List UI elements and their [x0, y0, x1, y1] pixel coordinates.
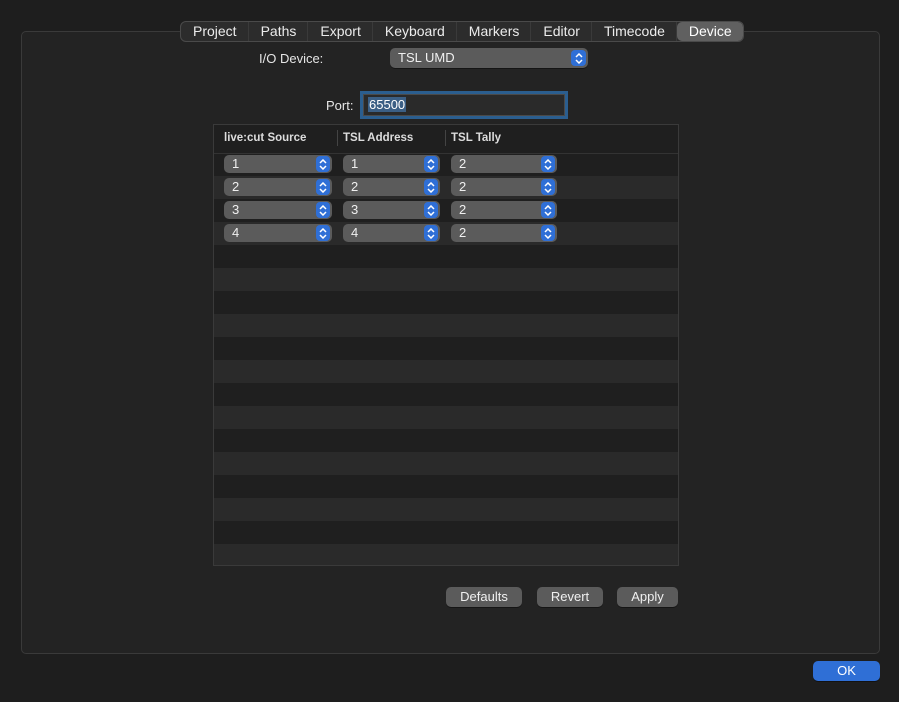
address-select[interactable]: 4 — [343, 224, 440, 242]
tab-project[interactable]: Project — [181, 22, 249, 41]
select-value: 1 — [351, 156, 359, 171]
source-select[interactable]: 1 — [224, 155, 332, 173]
up-down-chevron-icon — [424, 202, 438, 218]
defaults-button[interactable]: Defaults — [446, 587, 522, 607]
source-select[interactable]: 4 — [224, 224, 332, 242]
up-down-chevron-icon — [316, 179, 330, 195]
table-row — [214, 521, 678, 544]
tally-select[interactable]: 2 — [451, 155, 557, 173]
io-device-label: I/O Device: — [259, 51, 324, 66]
tab-export[interactable]: Export — [308, 22, 373, 41]
tab-bar: Project Paths Export Keyboard Markers Ed… — [180, 21, 744, 42]
apply-button[interactable]: Apply — [617, 587, 678, 607]
column-header-address[interactable]: TSL Address — [343, 132, 413, 144]
select-value: 1 — [232, 156, 240, 171]
column-header-tally[interactable]: TSL Tally — [451, 132, 501, 144]
port-value: 65500 — [368, 97, 407, 112]
table-row: 2 2 2 — [214, 176, 678, 199]
source-select[interactable]: 3 — [224, 201, 332, 219]
table-row — [214, 337, 678, 360]
table-row: 1 1 2 — [214, 153, 678, 176]
table-row — [214, 245, 678, 268]
column-header-source[interactable]: live:cut Source — [224, 132, 306, 144]
up-down-chevron-icon — [424, 225, 438, 241]
tab-keyboard[interactable]: Keyboard — [373, 22, 457, 41]
port-input[interactable]: 65500 — [360, 91, 568, 119]
select-value: 2 — [459, 202, 467, 217]
up-down-chevron-icon — [541, 156, 555, 172]
table-row — [214, 475, 678, 498]
up-down-chevron-icon — [316, 225, 330, 241]
source-select[interactable]: 2 — [224, 178, 332, 196]
table-row: 3 3 2 — [214, 199, 678, 222]
io-device-value: TSL UMD — [398, 50, 455, 65]
table-row — [214, 360, 678, 383]
column-divider — [445, 130, 446, 146]
io-device-select[interactable]: TSL UMD — [390, 48, 588, 68]
up-down-chevron-icon — [571, 50, 586, 66]
select-value: 2 — [459, 179, 467, 194]
select-value: 3 — [351, 202, 359, 217]
table-row — [214, 498, 678, 521]
tab-device[interactable]: Device — [676, 22, 743, 41]
up-down-chevron-icon — [541, 225, 555, 241]
table-row — [214, 452, 678, 475]
table-row — [214, 429, 678, 452]
port-label: Port: — [326, 98, 354, 113]
tally-select[interactable]: 2 — [451, 178, 557, 196]
tally-select[interactable]: 2 — [451, 224, 557, 242]
tab-editor[interactable]: Editor — [531, 22, 592, 41]
column-divider — [337, 130, 338, 146]
address-select[interactable]: 2 — [343, 178, 440, 196]
select-value: 2 — [459, 156, 467, 171]
mapping-table: live:cut Source TSL Address TSL Tally 11… — [213, 124, 679, 566]
tab-markers[interactable]: Markers — [457, 22, 532, 41]
up-down-chevron-icon — [541, 179, 555, 195]
tab-paths[interactable]: Paths — [249, 22, 309, 41]
table-row — [214, 291, 678, 314]
tab-timecode[interactable]: Timecode — [592, 22, 677, 41]
address-select[interactable]: 3 — [343, 201, 440, 219]
table-row: 4 4 2 — [214, 222, 678, 245]
table-header: live:cut Source TSL Address TSL Tally — [214, 125, 678, 154]
table-row — [214, 383, 678, 406]
revert-button[interactable]: Revert — [537, 587, 603, 607]
table-row — [214, 314, 678, 337]
select-value: 2 — [459, 225, 467, 240]
up-down-chevron-icon — [424, 156, 438, 172]
select-value: 4 — [232, 225, 240, 240]
select-value: 2 — [351, 179, 359, 194]
up-down-chevron-icon — [316, 156, 330, 172]
up-down-chevron-icon — [541, 202, 555, 218]
ok-button[interactable]: OK — [813, 661, 880, 681]
up-down-chevron-icon — [424, 179, 438, 195]
up-down-chevron-icon — [316, 202, 330, 218]
table-row — [214, 544, 678, 565]
address-select[interactable]: 1 — [343, 155, 440, 173]
tally-select[interactable]: 2 — [451, 201, 557, 219]
table-row — [214, 268, 678, 291]
select-value: 2 — [232, 179, 240, 194]
select-value: 4 — [351, 225, 359, 240]
select-value: 3 — [232, 202, 240, 217]
table-row — [214, 406, 678, 429]
